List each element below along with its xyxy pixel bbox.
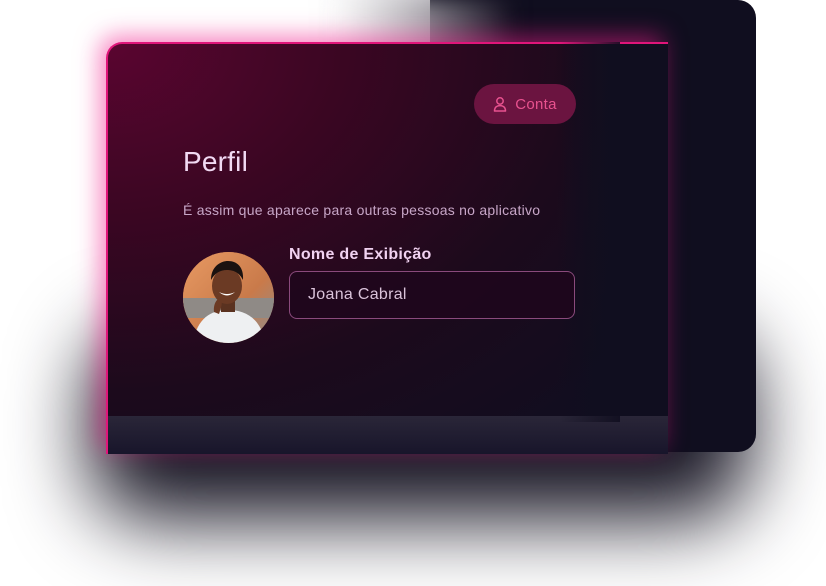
stage: Conta Perfil É assim que aparece para ou…	[0, 0, 826, 586]
account-button[interactable]: Conta	[474, 84, 576, 124]
user-icon	[493, 96, 507, 112]
avatar-photo	[183, 252, 274, 343]
avatar[interactable]	[183, 252, 274, 343]
page-title: Perfil	[183, 146, 248, 177]
display-name-input[interactable]	[289, 271, 575, 319]
account-button-label: Conta	[515, 95, 557, 113]
page-subtitle: É assim que aparece para outras pessoas …	[183, 202, 541, 218]
display-name-label: Nome de Exibição	[289, 246, 432, 263]
